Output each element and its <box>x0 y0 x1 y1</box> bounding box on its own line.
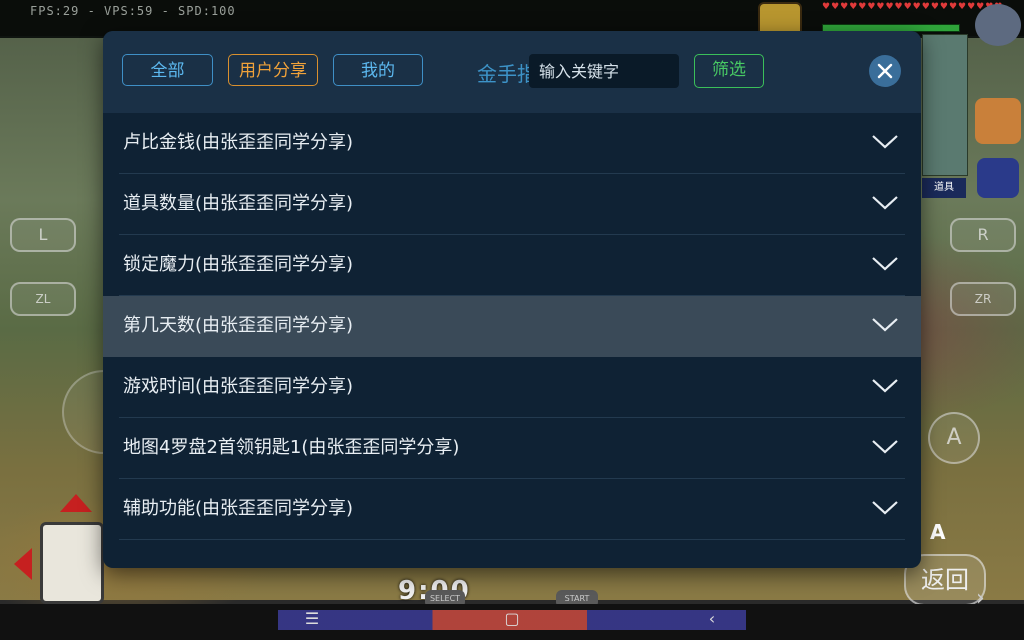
cheat-dialog: 全部 用户分享 我的 金手指 筛选 卢比金钱(由张歪歪同学分享) 道具数量(由张… <box>103 31 921 568</box>
chevron-down-icon[interactable] <box>871 254 899 274</box>
chevron-down-icon[interactable] <box>871 437 899 457</box>
list-item[interactable]: 锁定魔力(由张歪歪同学分享) <box>119 235 905 296</box>
back-icon[interactable]: ‹ <box>692 606 732 632</box>
cheat-label: 辅助功能(由张歪歪同学分享) <box>123 498 354 519</box>
l-button[interactable]: L <box>10 218 76 252</box>
search-input[interactable] <box>529 54 679 88</box>
dialog-title: 金手指 <box>477 62 537 86</box>
fairy-item-icon[interactable] <box>975 4 1021 46</box>
mini-map <box>922 34 968 176</box>
chevron-down-icon[interactable] <box>871 132 899 152</box>
list-item-selected[interactable]: 第几天数(由张歪歪同学分享) <box>103 296 921 357</box>
cheat-label: 道具数量(由张歪歪同学分享) <box>123 193 354 214</box>
device-toggle-icon[interactable] <box>40 522 104 604</box>
close-icon <box>877 63 893 79</box>
chevron-down-icon[interactable] <box>871 315 899 335</box>
list-item[interactable]: 卢比金钱(由张歪歪同学分享) <box>119 113 905 174</box>
tab-user-share[interactable]: 用户分享 <box>228 54 318 86</box>
item-label[interactable]: 道具 <box>922 178 966 198</box>
cheat-label: 卢比金钱(由张歪歪同学分享) <box>123 132 354 153</box>
cheat-label: 锁定魔力(由张歪歪同学分享) <box>123 254 354 275</box>
chevron-down-icon[interactable] <box>871 498 899 518</box>
list-item[interactable]: 地图4罗盘2首领钥匙1(由张歪歪同学分享) <box>119 418 905 479</box>
cheat-label: 地图4罗盘2首领钥匙1(由张歪歪同学分享) <box>123 437 460 458</box>
close-button[interactable] <box>869 55 901 87</box>
chevron-down-icon[interactable] <box>871 193 899 213</box>
dpad-up-icon[interactable] <box>60 494 92 512</box>
zr-button[interactable]: ZR <box>950 282 1016 316</box>
a-button[interactable]: A <box>928 412 980 464</box>
bomb-item-icon[interactable] <box>977 158 1019 198</box>
butterfly-item-icon[interactable] <box>975 98 1021 144</box>
chevron-down-icon[interactable] <box>871 376 899 396</box>
dialog-header: 全部 用户分享 我的 金手指 筛选 <box>103 31 921 113</box>
home-icon[interactable]: ▢ <box>492 606 532 632</box>
a-action-label: A <box>930 520 946 544</box>
list-item[interactable]: 道具数量(由张歪歪同学分享) <box>119 174 905 235</box>
tab-mine[interactable]: 我的 <box>333 54 423 86</box>
chevron-right-icon[interactable]: › <box>976 586 1000 616</box>
cheat-list: 卢比金钱(由张歪歪同学分享) 道具数量(由张歪歪同学分享) 锁定魔力(由张歪歪同… <box>103 113 921 540</box>
hearts-icon: ♥♥♥♥♥♥♥♥♥♥♥♥♥♥♥♥♥♥♥♥ <box>822 2 1004 12</box>
filter-button[interactable]: 筛选 <box>694 54 764 88</box>
cheat-label: 第几天数(由张歪歪同学分享) <box>123 315 354 336</box>
list-item[interactable]: 辅助功能(由张歪歪同学分享) <box>119 479 905 540</box>
dpad-left-icon[interactable] <box>14 548 32 580</box>
zl-button[interactable]: ZL <box>10 282 76 316</box>
tab-all[interactable]: 全部 <box>122 54 213 86</box>
menu-icon[interactable]: ☰ <box>292 606 332 632</box>
cheat-label: 游戏时间(由张歪歪同学分享) <box>123 376 354 397</box>
fps-readout: FPS:29 - VPS:59 - SPD:100 <box>30 4 236 18</box>
list-item[interactable]: 游戏时间(由张歪歪同学分享) <box>119 357 905 418</box>
r-button[interactable]: R <box>950 218 1016 252</box>
